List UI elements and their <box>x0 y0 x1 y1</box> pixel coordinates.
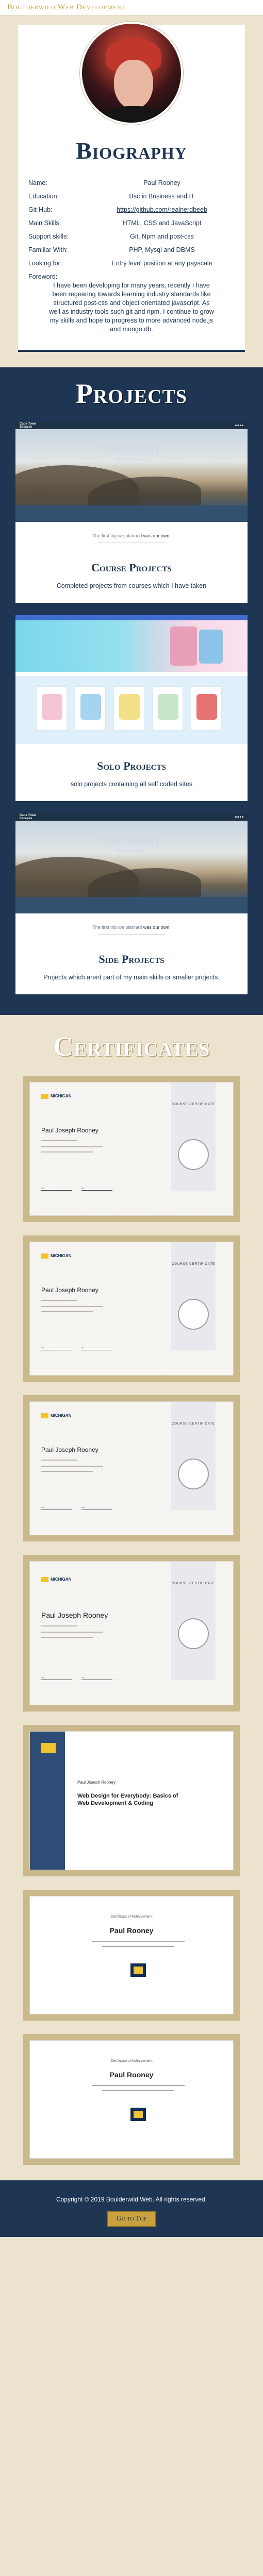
bio-label: Looking for: <box>28 260 62 267</box>
certificate-name: Paul Joseph Rooney <box>41 1286 98 1294</box>
project-card-solo[interactable]: Solo Projects solo projects containing a… <box>15 615 248 801</box>
certificate-image: Certificate of Achievement Paul Rooney <box>29 1896 234 2014</box>
shot-logo: Cape Town Escapes <box>20 814 36 820</box>
project-card-side[interactable]: Cape Town Escapes ■ ■ ■ ■ Your clarity. … <box>15 814 248 994</box>
certificate-frame[interactable]: MICHIGAN Paul Joseph Rooney ~ ~ COURSE CE… <box>23 1395 240 1541</box>
bio-label: Familiar With: <box>28 246 68 253</box>
shot-line-a: The first trip we planned <box>92 533 142 538</box>
projects-title: Projects <box>75 378 188 409</box>
shot-logo: Cape Town Escapes <box>20 422 36 429</box>
certificate-frame[interactable]: MICHIGAN Paul Joseph Rooney ~ ~ COURSE CE… <box>23 1555 240 1711</box>
certificate-image: Certificate of Achievement Paul Rooney <box>29 2040 234 2159</box>
certificate-name: Paul Rooney <box>109 1926 154 1935</box>
certificates-section: Certificates MICHIGAN Paul Joseph Rooney… <box>0 1015 263 2180</box>
shot-tagline: Your clarity. <box>100 833 163 847</box>
bio-foreword-text: I have been developing for many years, r… <box>49 282 214 333</box>
certificate-frame[interactable]: MICHIGAN Paul Joseph Rooney ~ ~ COURSE CE… <box>23 1235 240 1382</box>
certificate-name: Paul Joseph Rooney <box>41 1127 98 1134</box>
avatar <box>80 22 183 125</box>
biography-section: Biography Name: Paul Rooney Education: B… <box>0 15 263 367</box>
certificate-name: Paul Rooney <box>109 2071 154 2079</box>
shot-subtag: One trip away. <box>117 849 146 854</box>
certificate-name: Paul Joseph Rooney <box>41 1611 108 1619</box>
project-title[interactable]: Side Projects <box>31 953 232 966</box>
project-screenshot[interactable] <box>15 615 248 749</box>
certificate-header: COURSE CERTIFICATE <box>171 1582 216 1585</box>
site-brand[interactable]: Boulderwild Web Development <box>7 3 125 12</box>
project-title[interactable]: Course Projects <box>31 561 232 574</box>
certificate-name: Paul Joseph Rooney <box>77 1780 116 1785</box>
copyright-text: Copyright © 2019 Boulderwild Web. All ri… <box>56 2196 207 2203</box>
go-to-top-button[interactable]: Go to Top <box>107 2211 156 2227</box>
certificate-image: MICHIGAN Paul Joseph Rooney ~ ~ COURSE CE… <box>29 1561 234 1705</box>
certificate-name: Paul Joseph Rooney <box>41 1446 98 1453</box>
certificate-course-title: Web Design for Everybody: Basics of Web … <box>77 1793 178 1806</box>
bio-row-main-skills: Main Skills: HTML, CSS and JavaScript <box>28 219 235 228</box>
certificate-header: COURSE CERTIFICATE <box>171 1263 216 1266</box>
bio-value: HTML, CSS and JavaScript <box>122 219 202 227</box>
bio-value: Entry level position at any payscale <box>111 260 212 267</box>
certificate-header: COURSE CERTIFICATE <box>171 1103 216 1106</box>
top-bar: Boulderwild Web Development <box>0 0 263 15</box>
bio-value: Bsc in Business and IT <box>129 193 195 200</box>
certificate-frame[interactable]: Certificate of Achievement Paul Rooney <box>23 2034 240 2165</box>
project-description: Projects which arent part of my main ski… <box>43 974 220 981</box>
project-title[interactable]: Solo Projects <box>31 759 232 773</box>
certificate-header: Certificate of Achievement <box>110 1915 153 1919</box>
bio-value: Git, Npm and post-css <box>130 233 194 240</box>
bio-label: Git-Hub: <box>28 206 53 213</box>
projects-section: Projects Cape Town Escapes ■ ■ ■ ■ Your … <box>0 367 263 1015</box>
biography-card: Biography Name: Paul Rooney Education: B… <box>18 22 245 352</box>
certificates-title: Certificates <box>53 1031 210 1062</box>
certificate-header: Certificate of Achievement <box>110 2059 153 2063</box>
github-link[interactable]: https://github.com/realnerdbeeb <box>117 206 207 213</box>
certificate-image: Paul Joseph Rooney Web Design for Everyb… <box>29 1731 234 1870</box>
bio-row-foreword: Foreword: I have been developing for man… <box>28 273 235 334</box>
shot-line-a: The first trip we planned <box>92 925 142 930</box>
certificate-image: MICHIGAN Paul Joseph Rooney ~ ~ COURSE CE… <box>29 1082 234 1216</box>
project-description: Completed projects from courses which I … <box>56 582 207 589</box>
bio-label: Name: <box>28 179 47 187</box>
certificate-frame[interactable]: MICHIGAN Paul Joseph Rooney ~ ~ COURSE CE… <box>23 1076 240 1222</box>
bio-row-familiar: Familiar With: PHP, Mysql and DBMS <box>28 246 235 255</box>
certificate-frame[interactable]: Paul Joseph Rooney Web Design for Everyb… <box>23 1725 240 1876</box>
bio-row-education: Education: Bsc in Business and IT <box>28 192 235 201</box>
bio-row-looking-for: Looking for: Entry level position at any… <box>28 259 235 268</box>
bio-label: Education: <box>28 193 59 200</box>
biography-title: Biography <box>76 138 187 164</box>
certificate-header: COURSE CERTIFICATE <box>171 1422 216 1426</box>
bio-value: PHP, Mysql and DBMS <box>129 246 195 253</box>
bio-value: Paul Rooney <box>143 179 180 187</box>
shot-line-b: was our own. <box>143 533 171 538</box>
bio-label: Main Skills: <box>28 219 61 227</box>
project-description: solo projects containing all self coded … <box>70 781 193 788</box>
bio-label: Foreword: <box>28 273 58 280</box>
shot-tagline: Your clarity. <box>100 442 163 455</box>
certificate-frame[interactable]: Certificate of Achievement Paul Rooney <box>23 1890 240 2021</box>
certificate-image: MICHIGAN Paul Joseph Rooney ~ ~ COURSE CE… <box>29 1242 234 1376</box>
bio-row-github: Git-Hub: https://github.com/realnerdbeeb <box>28 206 235 214</box>
shot-subtag: One trip away. <box>117 457 146 462</box>
project-screenshot[interactable]: Cape Town Escapes ■ ■ ■ ■ Your clarity. … <box>15 422 248 551</box>
bio-row-support-skills: Support skills: Git, Npm and post-css <box>28 232 235 241</box>
certificate-image: MICHIGAN Paul Joseph Rooney ~ ~ COURSE CE… <box>29 1401 234 1535</box>
project-screenshot[interactable]: Cape Town Escapes ■ ■ ■ ■ Your clarity. … <box>15 814 248 942</box>
bio-row-name: Name: Paul Rooney <box>28 179 235 188</box>
project-card-course[interactable]: Cape Town Escapes ■ ■ ■ ■ Your clarity. … <box>15 422 248 603</box>
shot-line-b: was our own. <box>143 925 171 930</box>
footer: Copyright © 2019 Boulderwild Web. All ri… <box>0 2180 263 2237</box>
bio-label: Support skills: <box>28 233 69 240</box>
